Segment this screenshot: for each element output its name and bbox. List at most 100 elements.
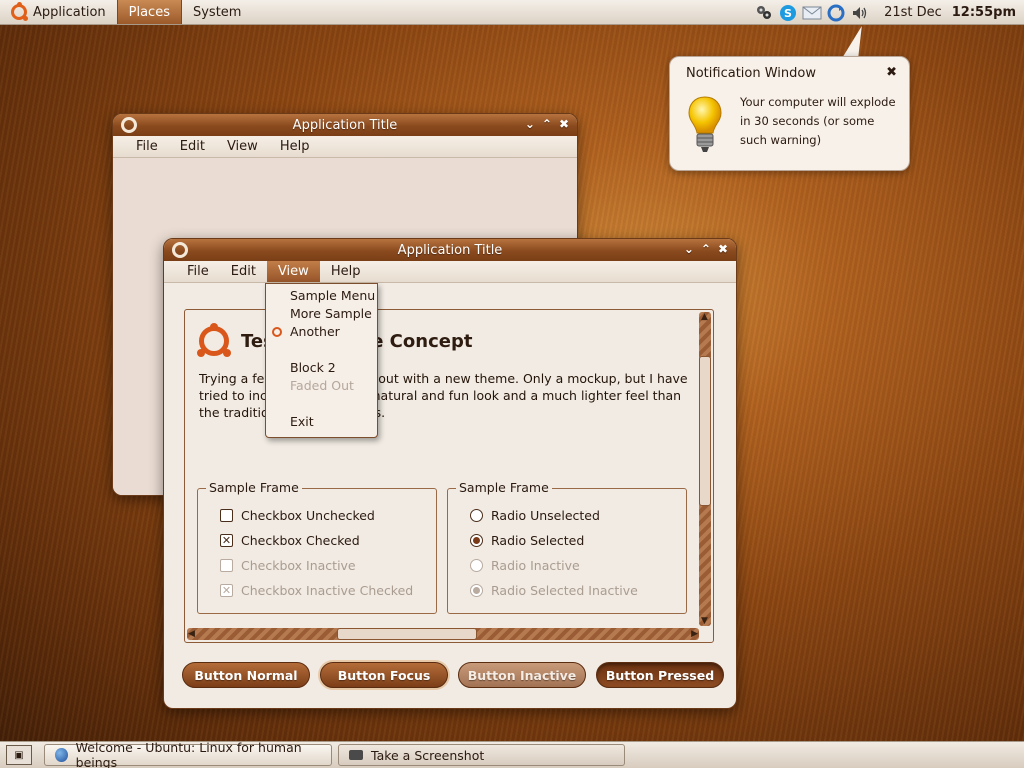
taskbar-item-label: Take a Screenshot <box>371 747 485 763</box>
front-window-titlebar[interactable]: Application Title ⌄ ⌃ ✖ <box>164 239 736 261</box>
scroll-down-icon[interactable]: ▼ <box>701 616 708 626</box>
radio-label: Radio Selected Inactive <box>491 583 638 598</box>
close-icon[interactable]: ✖ <box>718 242 728 256</box>
top-menu: Application Places System <box>0 0 252 24</box>
checkbox-label: Checkbox Inactive Checked <box>241 583 414 598</box>
scroll-up-icon[interactable]: ▲ <box>701 312 708 322</box>
radio-icon <box>470 559 483 572</box>
bottom-panel: ▣ Welcome - Ubuntu: Linux for human bein… <box>0 740 1024 768</box>
update-icon[interactable] <box>826 3 846 23</box>
vertical-scrollbar[interactable]: ▲ ▼ <box>699 312 711 626</box>
mail-icon[interactable] <box>802 3 822 23</box>
menu-item-more-sample[interactable]: More Sample <box>290 306 372 321</box>
application-menu-label: Application <box>33 4 106 20</box>
ubuntu-logo-icon <box>197 323 231 357</box>
radio-label: Radio Selected <box>491 533 585 548</box>
firefox-icon <box>55 748 68 762</box>
checkbox-checked[interactable]: ✕ Checkbox Checked <box>220 533 360 548</box>
maximize-icon[interactable]: ⌃ <box>542 117 552 131</box>
camera-icon <box>349 750 363 760</box>
show-desktop-icon[interactable]: ▣ <box>6 745 32 765</box>
menu-item-faded-out: Faded Out <box>290 378 354 393</box>
application-menu[interactable]: Application <box>0 0 117 24</box>
radio-label: Radio Unselected <box>491 508 600 523</box>
checkbox-checked-icon: ✕ <box>220 584 233 597</box>
taskbar-item-browser[interactable]: Welcome - Ubuntu: Linux for human beings <box>44 740 332 768</box>
checkbox-inactive-checked: ✕ Checkbox Inactive Checked <box>220 583 413 598</box>
ubuntu-logo-icon <box>272 327 282 337</box>
checkbox-checked-icon[interactable]: ✕ <box>220 534 233 547</box>
button-pressed[interactable]: Button Pressed <box>596 662 724 688</box>
front-menu-view[interactable]: View <box>266 261 320 282</box>
clock-time[interactable]: 12:55pm <box>952 5 1016 20</box>
checkbox-icon[interactable] <box>220 509 233 522</box>
taskbar-item-screenshot[interactable]: Take a Screenshot <box>338 744 625 766</box>
places-menu-label: Places <box>128 4 170 20</box>
back-window-menubar: File Edit View Help <box>113 136 577 158</box>
checkbox-icon <box>220 559 233 572</box>
close-icon[interactable]: ✖ <box>559 117 569 131</box>
back-menu-view[interactable]: View <box>216 136 269 157</box>
front-window-title: Application Title <box>397 242 503 258</box>
system-menu[interactable]: System <box>182 0 252 24</box>
view-dropdown-menu: Sample Menu More Sample Another Block 2 … <box>265 283 378 438</box>
content-panel: Test of Theme Concept Trying a few diffe… <box>184 309 714 643</box>
back-window-controls: ⌄ ⌃ ✖ <box>525 117 569 131</box>
menu-item-another[interactable]: Another <box>290 324 340 339</box>
vertical-scroll-thumb[interactable] <box>699 356 711 506</box>
network-icon[interactable] <box>754 3 774 23</box>
checkbox-unchecked[interactable]: Checkbox Unchecked <box>220 508 375 523</box>
horizontal-scroll-thumb[interactable] <box>337 628 477 640</box>
scroll-right-icon[interactable]: ▶ <box>691 629 698 639</box>
maximize-icon[interactable]: ⌃ <box>701 242 711 256</box>
minimize-icon[interactable]: ⌄ <box>525 117 535 131</box>
svg-text:S: S <box>784 7 792 20</box>
back-menu-file[interactable]: File <box>125 136 169 157</box>
horizontal-scrollbar[interactable]: ◀ ▶ <box>187 628 699 640</box>
radio-selected-icon <box>470 584 483 597</box>
ubuntu-logo-icon <box>11 2 28 21</box>
front-menu-file[interactable]: File <box>176 261 220 282</box>
window-logo-icon[interactable] <box>121 117 137 133</box>
window-logo-icon[interactable] <box>172 242 188 258</box>
checkbox-label: Checkbox Inactive <box>241 558 356 573</box>
checkbox-frame: Sample Frame Checkbox Unchecked ✕ Checkb… <box>197 480 437 614</box>
front-menu-help[interactable]: Help <box>320 261 372 282</box>
back-window-title: Application Title <box>292 117 398 133</box>
radio-unselected[interactable]: Radio Unselected <box>470 508 600 523</box>
menu-item-sample-menu[interactable]: Sample Menu <box>290 288 375 303</box>
radio-icon[interactable] <box>470 509 483 522</box>
checkbox-inactive: Checkbox Inactive <box>220 558 356 573</box>
menu-item-block-2[interactable]: Block 2 <box>290 360 336 375</box>
frame-legend: Sample Frame <box>456 480 552 495</box>
menu-item-exit[interactable]: Exit <box>290 414 314 429</box>
notification-title: Notification Window <box>686 66 816 81</box>
front-window-controls: ⌄ ⌃ ✖ <box>684 242 728 256</box>
notification-tail <box>842 26 870 58</box>
radio-selected[interactable]: Radio Selected <box>470 533 584 548</box>
radio-selected-icon[interactable] <box>470 534 483 547</box>
radio-inactive: Radio Inactive <box>470 558 580 573</box>
button-row: Button Normal Button Focus Button Inacti… <box>182 662 724 688</box>
minimize-icon[interactable]: ⌄ <box>684 242 694 256</box>
lightbulb-icon <box>686 95 724 158</box>
clock-date[interactable]: 21st Dec <box>884 5 942 20</box>
notification-window[interactable]: Notification Window ✖ Your computer will… <box>669 56 910 171</box>
button-focus[interactable]: Button Focus <box>320 662 448 688</box>
back-menu-help[interactable]: Help <box>269 136 321 157</box>
front-menu-edit[interactable]: Edit <box>220 261 267 282</box>
scroll-left-icon[interactable]: ◀ <box>188 629 195 639</box>
front-window-menubar: File Edit View Help <box>164 261 736 283</box>
skype-icon[interactable]: S <box>778 3 798 23</box>
volume-icon[interactable] <box>850 3 870 23</box>
front-application-window[interactable]: Application Title ⌄ ⌃ ✖ File Edit View H… <box>163 238 737 709</box>
checkbox-label: Checkbox Unchecked <box>241 508 375 523</box>
close-icon[interactable]: ✖ <box>886 65 897 80</box>
back-menu-edit[interactable]: Edit <box>169 136 216 157</box>
radio-selected-inactive: Radio Selected Inactive <box>470 583 638 598</box>
button-normal[interactable]: Button Normal <box>182 662 310 688</box>
button-inactive: Button Inactive <box>458 662 586 688</box>
radio-label: Radio Inactive <box>491 558 580 573</box>
back-window-titlebar[interactable]: Application Title ⌄ ⌃ ✖ <box>113 114 577 136</box>
places-menu[interactable]: Places <box>116 0 182 24</box>
